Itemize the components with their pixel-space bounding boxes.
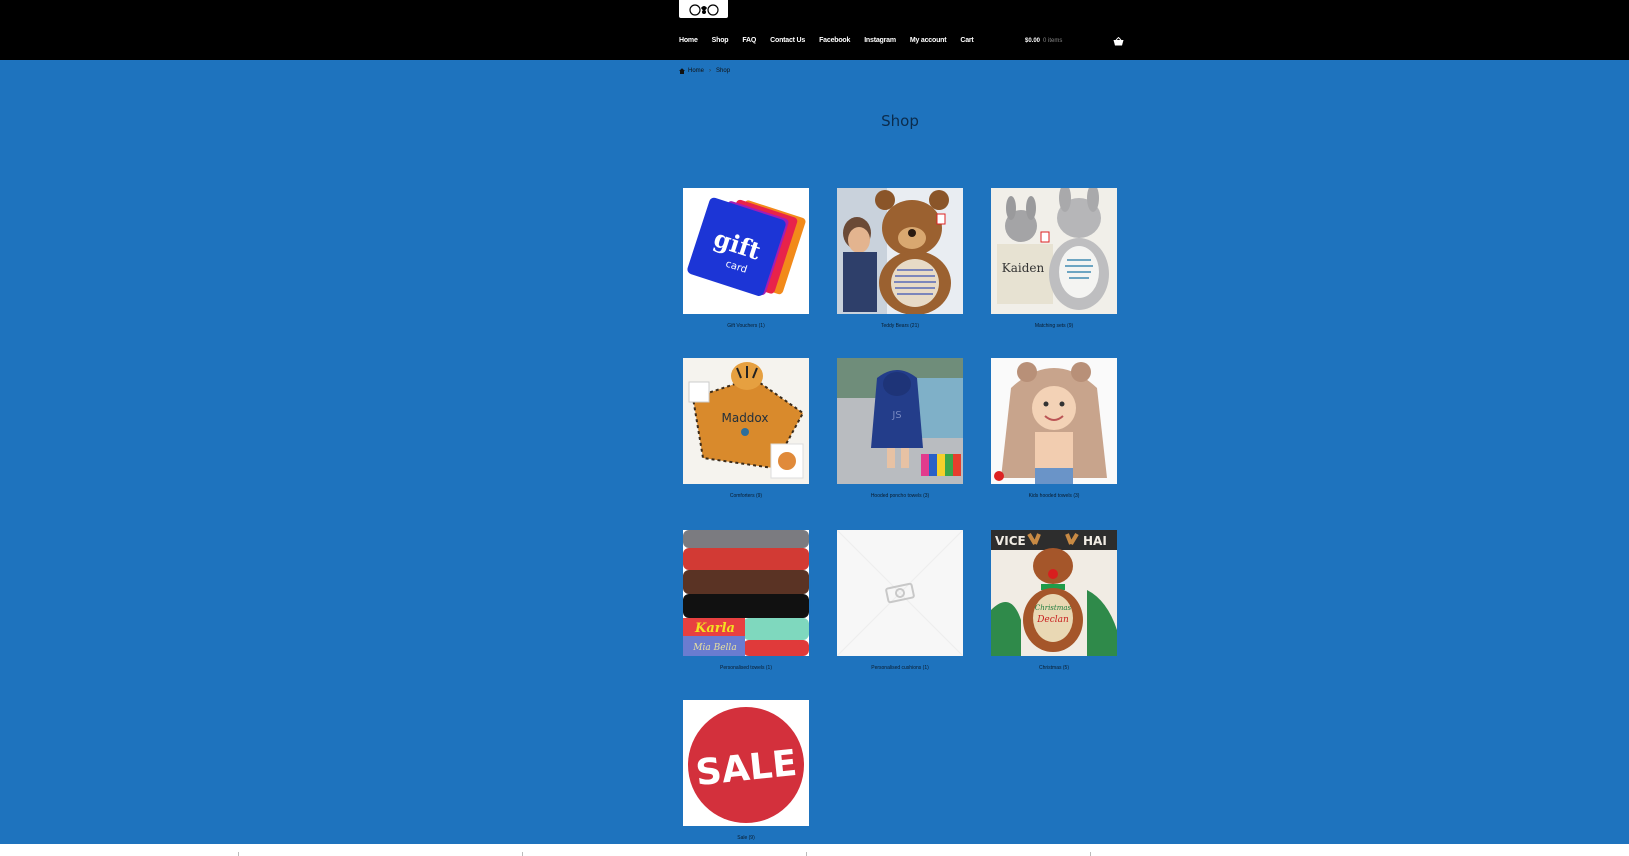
svg-text:Kaiden: Kaiden: [1002, 261, 1045, 275]
svg-text:VICE: VICE: [995, 534, 1026, 548]
category-comforters[interactable]: Maddox Comforters (9): [683, 358, 809, 499]
category-label[interactable]: Sale (9): [683, 835, 809, 841]
category-image[interactable]: Maddox: [683, 358, 809, 484]
gift-card-image: gift card: [683, 188, 809, 314]
nav-faq[interactable]: FAQ: [742, 37, 756, 49]
category-hooded-poncho-towels[interactable]: JS Hooded poncho towels (3): [837, 358, 963, 499]
footer-strip: [0, 844, 1629, 856]
category-christmas[interactable]: VICE HAI Christmas Declan Christmas (5): [991, 530, 1117, 671]
primary-nav: Home Shop FAQ Contact Us Facebook Instag…: [679, 37, 988, 49]
category-label[interactable]: Matching sets (9): [991, 323, 1117, 329]
kids-towel-image: [991, 358, 1117, 484]
christmas-reindeer-image: VICE HAI Christmas Declan: [991, 530, 1117, 656]
breadcrumb-separator: ›: [709, 68, 712, 74]
footer-divider: [806, 852, 807, 856]
svg-text:Christmas: Christmas: [1035, 604, 1072, 612]
category-image[interactable]: [837, 530, 963, 656]
site-logo[interactable]: [679, 0, 728, 18]
category-image[interactable]: [991, 358, 1117, 484]
category-image[interactable]: VICE HAI Christmas Declan: [991, 530, 1117, 656]
category-image[interactable]: gift card: [683, 188, 809, 314]
category-image[interactable]: SALE: [683, 700, 809, 826]
category-sale[interactable]: SALE Sale (9): [683, 700, 809, 841]
nav-shop[interactable]: Shop: [712, 37, 729, 49]
category-label[interactable]: Teddy Bears (21): [837, 323, 963, 329]
breadcrumb: Home › Shop: [679, 68, 730, 74]
svg-text:Declan: Declan: [1036, 615, 1069, 625]
site-header: Home Shop FAQ Contact Us Facebook Instag…: [0, 0, 1629, 60]
category-label[interactable]: Christmas (5): [991, 665, 1117, 671]
basket-icon[interactable]: [1113, 37, 1124, 46]
category-label[interactable]: Gift Vouchers (1): [683, 323, 809, 329]
cart-item-count: 0 items: [1043, 38, 1063, 44]
category-label[interactable]: Personalised cushions (1): [837, 665, 963, 671]
breadcrumb-current: Shop: [716, 68, 731, 74]
sale-image: SALE: [683, 700, 809, 826]
placeholder-image: [837, 530, 963, 656]
svg-text:JS: JS: [891, 410, 901, 421]
footer-divider: [522, 852, 523, 856]
category-label[interactable]: Personalised towels (1): [683, 665, 809, 671]
svg-text:Karla: Karla: [694, 621, 735, 636]
home-icon: [679, 68, 685, 74]
category-kids-hooded-towels[interactable]: Kids hooded towels (3): [991, 358, 1117, 499]
category-personalised-cushions[interactable]: Personalised cushions (1): [837, 530, 963, 671]
breadcrumb-home[interactable]: Home: [688, 68, 704, 74]
nav-cart[interactable]: Cart: [960, 37, 973, 49]
towels-image: Karla Mia Bella: [683, 530, 809, 656]
poncho-towel-image: JS: [837, 358, 963, 484]
category-image[interactable]: Karla Mia Bella: [683, 530, 809, 656]
nav-facebook[interactable]: Facebook: [819, 37, 850, 49]
cart-amount: $0.00: [1025, 38, 1041, 44]
teddy-bear-image: [837, 188, 963, 314]
category-teddy-bears[interactable]: Teddy Bears (21): [837, 188, 963, 329]
nav-home[interactable]: Home: [679, 37, 698, 49]
matching-set-image: Kaiden: [991, 188, 1117, 314]
cart-summary[interactable]: $0.00 0 items: [1025, 38, 1062, 44]
category-personalised-towels[interactable]: Karla Mia Bella Personalised towels (1): [683, 530, 809, 671]
footer-divider: [1090, 852, 1091, 856]
svg-text:HAI: HAI: [1083, 534, 1107, 548]
category-gift-vouchers[interactable]: gift card Gift Vouchers (1): [683, 188, 809, 329]
category-label[interactable]: Hooded poncho towels (3): [837, 493, 963, 499]
category-image[interactable]: JS: [837, 358, 963, 484]
category-image[interactable]: Kaiden: [991, 188, 1117, 314]
svg-text:Maddox: Maddox: [721, 411, 768, 425]
nav-instagram[interactable]: Instagram: [864, 37, 896, 49]
category-label[interactable]: Comforters (9): [683, 493, 809, 499]
category-matching-sets[interactable]: Kaiden Matching sets (9): [991, 188, 1117, 329]
category-image[interactable]: [837, 188, 963, 314]
page-title: Shop: [881, 112, 919, 130]
category-label[interactable]: Kids hooded towels (3): [991, 493, 1117, 499]
svg-text:Mia Bella: Mia Bella: [692, 643, 736, 653]
nav-contact-us[interactable]: Contact Us: [770, 37, 805, 49]
nav-my-account[interactable]: My account: [910, 37, 947, 49]
footer-divider: [238, 852, 239, 856]
bear-logo-icon: [688, 4, 719, 16]
comforter-image: Maddox: [683, 358, 809, 484]
